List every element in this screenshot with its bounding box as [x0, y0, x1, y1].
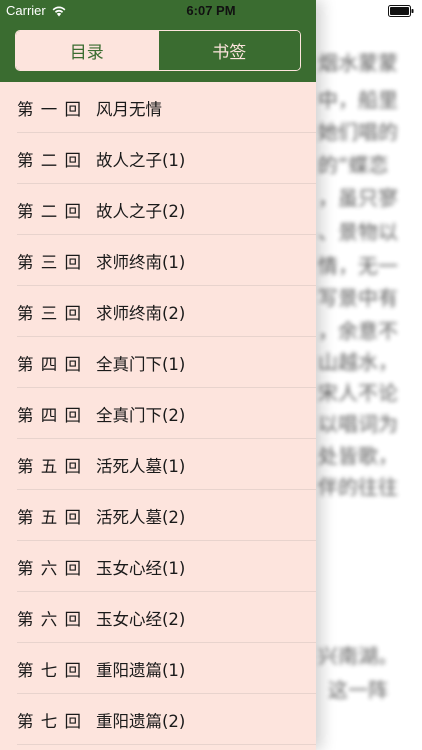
tab-toc[interactable]: 目录	[16, 31, 158, 70]
chapter-title: 玉女心经(2)	[96, 609, 186, 629]
book-page[interactable]: 烟水蒙蒙 中，船里 她们唱的 的“蝶恋 ，虽只寥 、景物以 情，无一 写景中有 …	[300, 0, 422, 750]
book-text-line: 兴南湖。	[318, 644, 398, 668]
book-text-line: 写景中有	[318, 286, 398, 310]
chapter-number: 第 七 回	[17, 711, 82, 731]
chapter-row[interactable]: 第 四 回 全真门下(1)	[0, 337, 316, 388]
chapter-number: 第 四 回	[17, 354, 82, 374]
chapter-number: 第 三 回	[17, 252, 82, 272]
book-text-line: 的“蝶恋	[318, 153, 389, 177]
book-text-line: 烟水蒙蒙	[318, 51, 398, 75]
chapter-title: 求师终南(2)	[96, 303, 186, 323]
chapter-row[interactable]: 第 四 回 全真门下(2)	[0, 388, 316, 439]
chapter-row[interactable]: 第 六 回 玉女心经(1)	[0, 541, 316, 592]
chapter-number: 第 一 回	[17, 99, 82, 119]
chapter-number: 第 七 回	[17, 660, 82, 680]
chapter-number: 第 四 回	[17, 405, 82, 425]
chapter-row[interactable]: 第 二 回 故人之子(1)	[0, 133, 316, 184]
book-text-line: 她们唱的	[318, 120, 398, 144]
chapter-number: 第 二 回	[17, 201, 82, 221]
book-text-line: 这一阵	[328, 678, 388, 702]
chapter-row[interactable]: 第 五 回 活死人墓(2)	[0, 490, 316, 541]
book-text-line: 情，无一	[318, 254, 398, 278]
chapter-row[interactable]: 第 三 回 求师终南(2)	[0, 286, 316, 337]
tab-bookmarks[interactable]: 书签	[157, 31, 300, 70]
chapter-list: 第 一 回 风月无情 第 二 回 故人之子(1) 第 二 回 故人之子(2) 第…	[0, 82, 316, 745]
chapter-row[interactable]: 第 七 回 重阳遗篇(1)	[0, 643, 316, 694]
chapter-title: 玉女心经(1)	[96, 558, 186, 578]
book-text-line: 山越水，	[318, 350, 398, 374]
status-time: 6:07 PM	[186, 3, 236, 18]
chapter-title: 重阳遗篇(1)	[96, 660, 186, 680]
chapter-row[interactable]: 第 六 回 玉女心经(2)	[0, 592, 316, 643]
book-text-line: 伴的往往	[318, 475, 398, 499]
chapter-row[interactable]: 第 三 回 求师终南(1)	[0, 235, 316, 286]
toc-bookmark-switch: 目录 书签	[15, 30, 301, 71]
chapter-title: 故人之子(1)	[96, 150, 186, 170]
chapter-row[interactable]: 第 七 回 重阳遗篇(2)	[0, 694, 316, 745]
book-text-line: 宋人不论	[318, 381, 398, 405]
chapter-number: 第 二 回	[17, 150, 82, 170]
chapter-number: 第 三 回	[17, 303, 82, 323]
chapter-number: 第 五 回	[17, 456, 82, 476]
chapter-number: 第 五 回	[17, 507, 82, 527]
chapter-row[interactable]: 第 五 回 活死人墓(1)	[0, 439, 316, 490]
book-text-line: 中，船里	[318, 88, 398, 112]
chapter-title: 活死人墓(1)	[96, 456, 186, 476]
chapter-title: 活死人墓(2)	[96, 507, 186, 527]
book-text-line: ，虽只寥	[318, 186, 398, 210]
chapter-number: 第 六 回	[17, 558, 82, 578]
chapter-row[interactable]: 第 二 回 故人之子(2)	[0, 184, 316, 235]
chapter-title: 求师终南(1)	[96, 252, 186, 272]
book-text-line: 处皆歌，	[318, 444, 398, 468]
chapter-row[interactable]: 第 一 回 风月无情	[0, 82, 316, 133]
chapter-title: 故人之子(2)	[96, 201, 186, 221]
chapter-title: 重阳遗篇(2)	[96, 711, 186, 731]
book-text-line: 以唱词为	[318, 412, 398, 436]
book-text-line: ，余意不	[318, 319, 398, 343]
chapter-number: 第 六 回	[17, 609, 82, 629]
toc-drawer: 目录 书签 第 一 回 风月无情 第 二 回 故人之子(1) 第 二 回 故人之…	[0, 0, 316, 750]
chapter-title: 全真门下(1)	[96, 354, 186, 374]
chapter-title: 风月无情	[96, 99, 162, 119]
chapter-title: 全真门下(2)	[96, 405, 186, 425]
book-text-line: 、景物以	[318, 220, 398, 244]
